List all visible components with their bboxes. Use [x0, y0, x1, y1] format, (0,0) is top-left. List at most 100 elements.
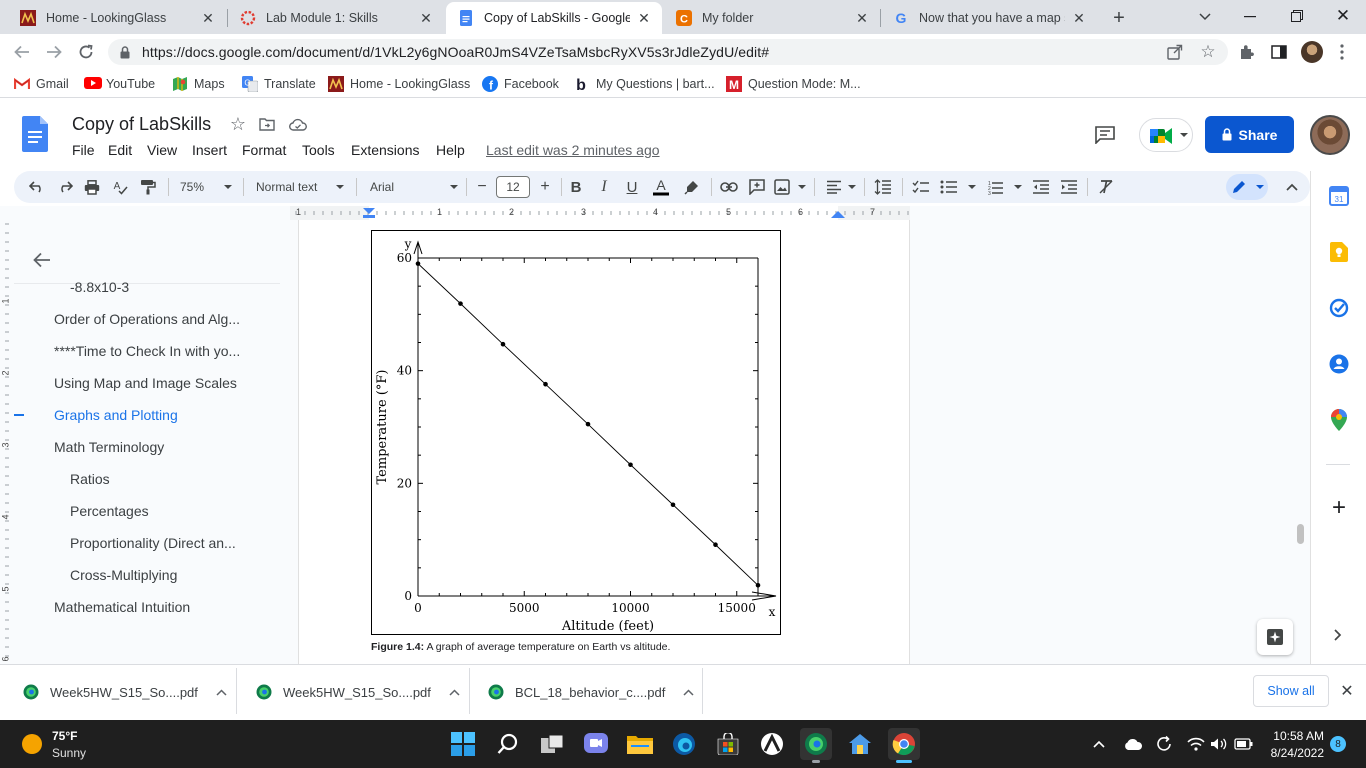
font-size-input[interactable]: 12	[496, 176, 530, 198]
menu-format[interactable]: Format	[242, 142, 286, 158]
bookmark-gmail[interactable]: Gmail	[14, 75, 69, 93]
menu-file[interactable]: File	[72, 142, 95, 158]
google-docs-logo-icon[interactable]	[22, 116, 48, 152]
bookmark-mcgraw[interactable]: M Question Mode: M...	[726, 75, 861, 93]
contacts-icon[interactable]	[1328, 353, 1350, 375]
file-explorer-icon[interactable]	[624, 728, 656, 760]
outline-item[interactable]: Cross-Multiplying	[70, 567, 177, 583]
line-spacing-icon[interactable]	[872, 176, 894, 198]
bookmark-facebook[interactable]: f Facebook	[482, 75, 559, 93]
tab-lab-module[interactable]: Lab Module 1: Skills ✕	[228, 2, 444, 34]
maps-pin-icon[interactable]	[1328, 409, 1350, 431]
battery-icon[interactable]	[1233, 734, 1255, 754]
download-item[interactable]: Week5HW_S15_So....pdf	[255, 680, 460, 704]
text-color-icon[interactable]: A	[650, 176, 672, 198]
italic-icon[interactable]: I	[594, 176, 614, 198]
decrease-font-size-icon[interactable]: −	[472, 176, 492, 198]
chevron-up-icon[interactable]	[683, 688, 694, 696]
close-tab-icon[interactable]: ✕	[636, 10, 652, 26]
chevron-up-icon[interactable]	[449, 688, 460, 696]
tab-copy-of-labskills[interactable]: Copy of LabSkills - Google Do ✕	[446, 2, 662, 34]
task-view-icon[interactable]	[536, 728, 568, 760]
bookmark-maps[interactable]: Maps	[172, 75, 225, 93]
paint-format-icon[interactable]	[137, 176, 159, 198]
outline-item[interactable]: -8.8x10-3	[70, 279, 129, 295]
chrome-taskbar-icon[interactable]	[888, 728, 920, 760]
show-all-downloads-button[interactable]: Show all	[1253, 675, 1329, 707]
side-panel-icon[interactable]	[1270, 43, 1288, 61]
menu-tools[interactable]: Tools	[302, 142, 335, 158]
extensions-puzzle-icon[interactable]	[1238, 43, 1256, 61]
search-icon[interactable]	[492, 728, 524, 760]
back-arrow-icon[interactable]	[30, 250, 54, 270]
outline-item[interactable]: Percentages	[70, 503, 149, 519]
outline-item[interactable]: Ratios	[70, 471, 110, 487]
star-icon[interactable]: ☆	[228, 114, 248, 134]
spellcheck-icon[interactable]: A	[109, 176, 131, 198]
reload-icon[interactable]	[76, 42, 96, 62]
clock-time[interactable]: 10:58 AM	[1268, 729, 1324, 743]
security-house-icon[interactable]	[844, 728, 876, 760]
onedrive-cloud-icon[interactable]	[1122, 736, 1144, 752]
close-tab-icon[interactable]: ✕	[418, 10, 434, 26]
align-icon[interactable]	[826, 176, 856, 198]
notification-badge[interactable]: 8	[1330, 736, 1346, 752]
back-icon[interactable]	[12, 42, 32, 62]
checklist-icon[interactable]	[910, 176, 932, 198]
editing-mode-button[interactable]	[1226, 174, 1268, 200]
bookmark-bartleby[interactable]: b My Questions | bart...	[574, 75, 714, 93]
outline-item[interactable]: Order of Operations and Alg...	[54, 311, 240, 327]
close-downloads-icon[interactable]: ✕	[1338, 682, 1356, 700]
bookmark-translate[interactable]: G Translate	[242, 75, 316, 93]
weather-condition[interactable]: Sunny	[52, 746, 86, 760]
comment-history-icon[interactable]	[1094, 124, 1116, 146]
decrease-indent-icon[interactable]	[1030, 176, 1052, 198]
tab-search-chevron-icon[interactable]	[1196, 8, 1214, 26]
app-circle-icon[interactable]	[756, 728, 788, 760]
redo-icon[interactable]	[54, 176, 76, 198]
tab-lookingglass[interactable]: Home - LookingGlass ✕	[8, 2, 226, 34]
add-comment-icon[interactable]	[746, 176, 768, 198]
chevron-up-icon[interactable]	[216, 688, 227, 696]
undo-icon[interactable]	[26, 176, 48, 198]
restore-icon[interactable]	[1287, 7, 1307, 25]
chevron-up-icon[interactable]	[1091, 736, 1107, 752]
left-indent-marker[interactable]	[363, 215, 375, 218]
close-tab-icon[interactable]: ✕	[200, 10, 216, 26]
highlight-color-icon[interactable]	[681, 176, 703, 198]
menu-view[interactable]: View	[147, 142, 177, 158]
new-tab-icon[interactable]: +	[1108, 7, 1130, 29]
windows-start-icon[interactable]	[447, 728, 479, 760]
tasks-icon[interactable]	[1328, 297, 1350, 319]
account-avatar[interactable]	[1310, 115, 1350, 155]
weather-temperature[interactable]: 75°F	[52, 729, 77, 743]
outline-item[interactable]: Proportionality (Direct an...	[70, 535, 236, 551]
insert-image-icon[interactable]	[774, 176, 806, 198]
horizontal-ruler[interactable]	[290, 206, 910, 220]
underline-icon[interactable]: U	[622, 176, 642, 198]
tab-google-search[interactable]: G Now that you have a map sca ✕	[881, 2, 1097, 34]
lock-icon[interactable]	[119, 45, 131, 59]
url-text[interactable]: https://docs.google.com/document/d/1VkL2…	[142, 44, 769, 60]
show-side-panel-chevron-icon[interactable]	[1330, 626, 1346, 644]
add-addon-icon[interactable]: +	[1328, 494, 1350, 521]
bookmark-star-icon[interactable]: ☆	[1198, 42, 1218, 62]
menu-edit[interactable]: Edit	[108, 142, 132, 158]
calendar-icon[interactable]: 31	[1328, 185, 1350, 207]
share-button[interactable]: Share	[1205, 116, 1294, 153]
download-item[interactable]: Week5HW_S15_So....pdf	[22, 680, 227, 704]
bulleted-list-icon[interactable]	[940, 176, 976, 198]
minimize-icon[interactable]	[1240, 8, 1260, 26]
volume-icon[interactable]	[1209, 734, 1229, 754]
move-folder-icon[interactable]	[258, 116, 276, 132]
vertical-scrollbar-thumb[interactable]	[1297, 524, 1304, 544]
forward-icon[interactable]	[44, 42, 64, 62]
menu-help[interactable]: Help	[436, 142, 465, 158]
explore-button[interactable]	[1257, 619, 1293, 655]
share-page-icon[interactable]	[1166, 43, 1184, 61]
sync-icon[interactable]	[1154, 734, 1174, 754]
outline-item-active[interactable]: Graphs and Plotting	[54, 407, 178, 423]
weather-sun-icon[interactable]	[22, 734, 42, 754]
increase-font-size-icon[interactable]: +	[535, 176, 555, 198]
close-window-icon[interactable]: ✕	[1333, 6, 1353, 26]
